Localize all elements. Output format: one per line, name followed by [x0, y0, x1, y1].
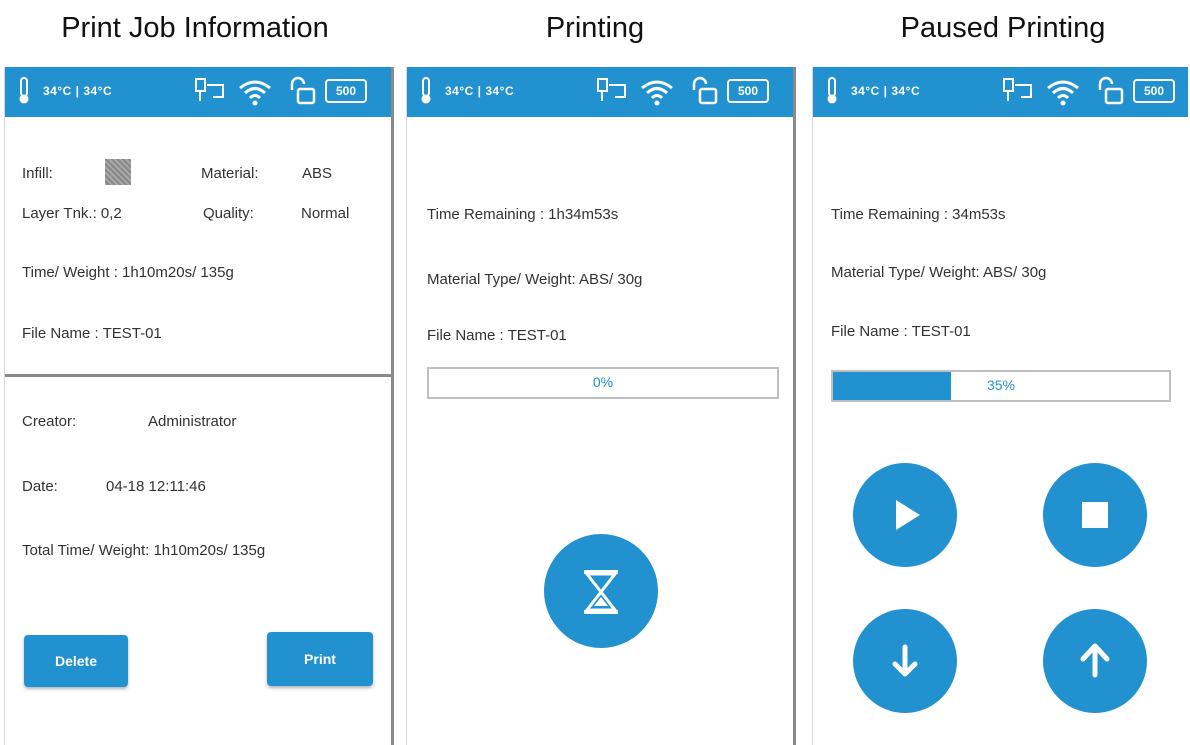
- delete-button[interactable]: Delete: [24, 635, 128, 687]
- wifi-icon[interactable]: [639, 78, 675, 106]
- stop-icon: [1082, 502, 1108, 528]
- creator-value: Administrator: [148, 413, 237, 430]
- hourglass-icon: [583, 570, 619, 614]
- print-button[interactable]: Print: [267, 632, 373, 686]
- progress-bar: 0%: [427, 367, 779, 399]
- file-name: File Name : TEST-01: [427, 327, 567, 344]
- date-label: Date:: [22, 478, 58, 495]
- material-value: ABS: [302, 165, 333, 182]
- material-label: Material:: [201, 165, 259, 182]
- progress-percent: 0%: [592, 374, 614, 390]
- thermometer-icon: [19, 77, 29, 104]
- screen-printing: 34°C | 34°C 500 Time Remaining : 1h34m53…: [406, 67, 796, 745]
- material-type-weight: Material Type/ Weight: ABS/ 30g: [831, 264, 1047, 281]
- usb-icon[interactable]: [1001, 77, 1035, 105]
- quality-value: Normal: [301, 205, 350, 222]
- wifi-icon[interactable]: [1045, 78, 1081, 106]
- time-remaining: Time Remaining : 34m53s: [831, 206, 1006, 223]
- thermometer-icon: [421, 77, 431, 104]
- status-badge: 500: [325, 79, 367, 103]
- screen-print-job-information: 34°C | 34°C 500 Infill: Material: ABS La…: [4, 67, 394, 745]
- time-remaining: Time Remaining : 1h34m53s: [427, 206, 619, 223]
- status-bar: 34°C | 34°C 500: [813, 67, 1188, 117]
- unlock-icon[interactable]: [689, 76, 719, 106]
- usb-icon[interactable]: [595, 77, 629, 105]
- status-bar: 34°C | 34°C 500: [5, 67, 391, 117]
- temperature-readout: 34°C | 34°C: [445, 84, 515, 98]
- wifi-icon[interactable]: [237, 78, 273, 106]
- unlock-icon[interactable]: [287, 76, 317, 106]
- unlock-icon[interactable]: [1095, 76, 1125, 106]
- caption-print-job-information: Print Job Information: [61, 12, 329, 44]
- screen-paused-printing: 34°C | 34°C 500 Time Remaining : 34m53s …: [812, 67, 1188, 745]
- progress-bar: 35%: [831, 370, 1171, 402]
- divider: [5, 374, 391, 377]
- temperature-readout: 34°C | 34°C: [851, 84, 921, 98]
- time-weight: Time/ Weight : 1h10m20s/ 135g: [22, 264, 234, 281]
- move-down-button[interactable]: [853, 609, 957, 713]
- infill-swatch[interactable]: [105, 159, 131, 185]
- resume-button[interactable]: [853, 463, 957, 567]
- stop-button[interactable]: [1043, 463, 1147, 567]
- file-name: File Name : TEST-01: [831, 323, 971, 340]
- status-badge: 500: [727, 79, 769, 103]
- date-value: 04-18 12:11:46: [106, 478, 206, 495]
- quality-label: Quality:: [203, 205, 254, 222]
- creator-label: Creator:: [22, 413, 77, 430]
- total-time-weight: Total Time/ Weight: 1h10m20s/ 135g: [22, 542, 266, 559]
- temperature-readout: 34°C | 34°C: [43, 84, 113, 98]
- thermometer-icon: [827, 77, 837, 104]
- status-badge: 500: [1133, 79, 1175, 103]
- infill-label: Infill:: [22, 165, 53, 182]
- arrow-up-icon: [1080, 643, 1110, 678]
- material-type-weight: Material Type/ Weight: ABS/ 30g: [427, 271, 643, 288]
- caption-paused-printing: Paused Printing: [900, 12, 1106, 44]
- hourglass-button[interactable]: [544, 534, 658, 648]
- progress-percent: 35%: [986, 377, 1016, 393]
- move-up-button[interactable]: [1043, 609, 1147, 713]
- status-bar: 34°C | 34°C 500: [407, 67, 793, 117]
- play-icon: [896, 500, 920, 530]
- file-name: File Name : TEST-01: [22, 325, 162, 342]
- arrow-down-icon: [892, 644, 918, 677]
- usb-icon[interactable]: [193, 77, 227, 105]
- layer-thickness: Layer Tnk.: 0,2: [22, 205, 122, 222]
- caption-printing: Printing: [545, 12, 645, 44]
